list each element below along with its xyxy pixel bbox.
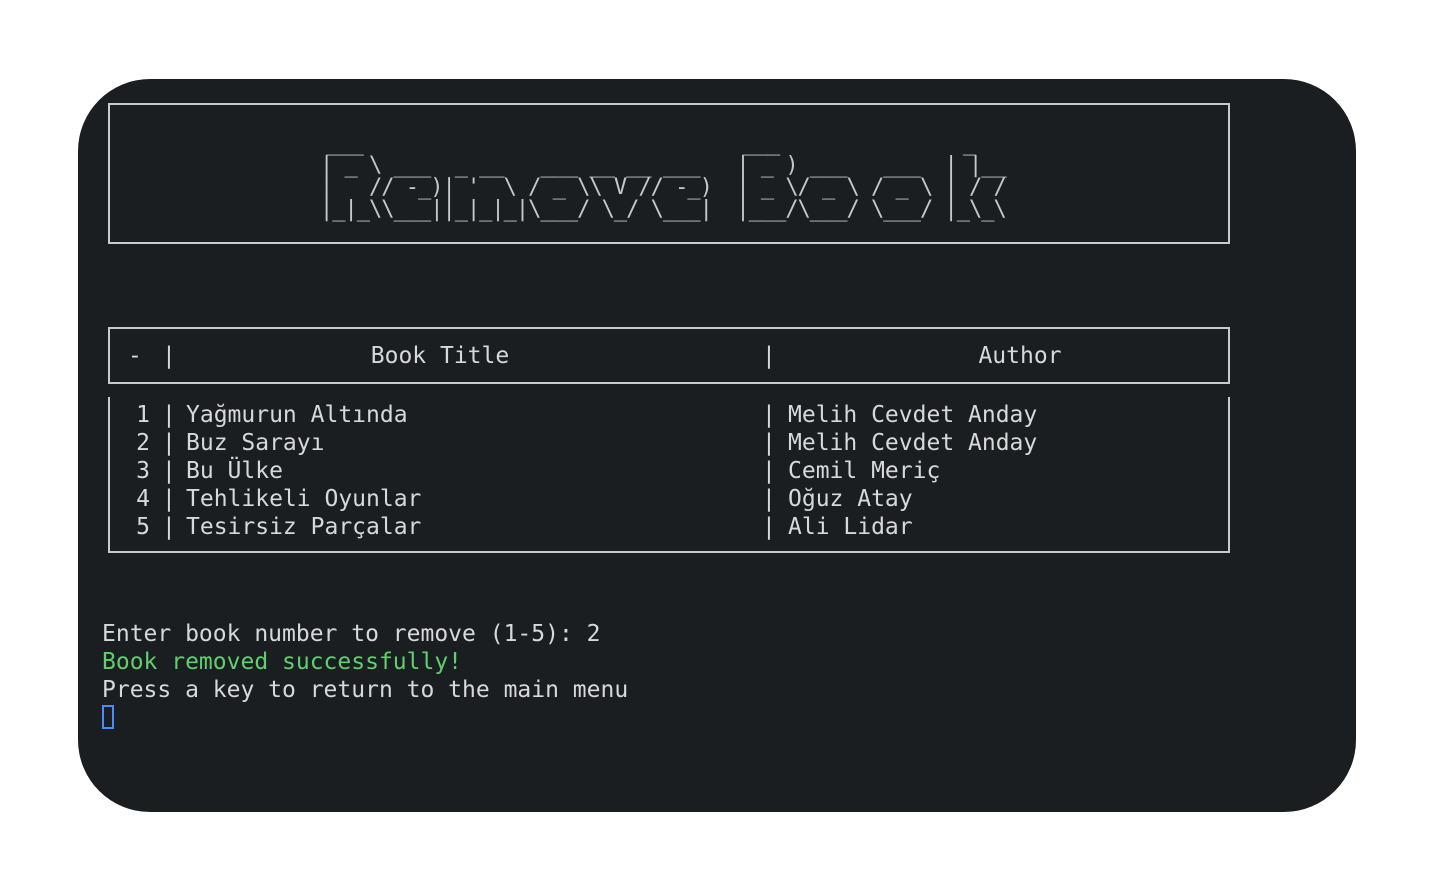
header-author: Author	[978, 343, 1062, 369]
row-author: Melih Cevdet Anday	[788, 430, 1038, 456]
row-number: 5	[136, 514, 150, 540]
banner-ascii-title: ___ ___ _ | _ \ ___ _ __ ___ __ __ ___ |…	[320, 131, 1007, 222]
table-row: 2 | Buz Sarayı | Melih Cevdet Anday	[110, 429, 1228, 457]
continue-hint: Press a key to return to the main menu	[102, 677, 629, 703]
table-body: 1 | Yağmurun Altında | Melih Cevdet Anday 2 | B…	[108, 397, 1230, 553]
row-book-title: Buz Sarayı	[186, 430, 325, 456]
row-number: 4	[136, 486, 150, 512]
header-separator: |	[162, 343, 176, 369]
row-book-title: Yağmurun Altında	[186, 402, 408, 428]
row-number: 3	[136, 458, 150, 484]
row-separator: |	[762, 486, 776, 512]
row-author: Cemil Meriç	[788, 458, 941, 484]
row-separator: |	[762, 430, 776, 456]
row-separator: |	[762, 402, 776, 428]
banner-box: ___ ___ _ | _ \ ___ _ __ ___ __ __ ___ |…	[108, 103, 1230, 244]
row-author: Melih Cevdet Anday	[788, 402, 1038, 428]
row-author: Ali Lidar	[788, 514, 913, 540]
row-separator: |	[162, 430, 176, 456]
table-header: - | Book Title | Author	[108, 327, 1230, 384]
row-separator: |	[162, 514, 176, 540]
terminal-window: ___ ___ _ | _ \ ___ _ __ ___ __ __ ___ |…	[78, 79, 1356, 812]
row-separator: |	[762, 458, 776, 484]
table-row: 3 | Bu Ülke | Cemil Meriç	[110, 457, 1228, 485]
header-separator: |	[762, 343, 776, 369]
table-row: 4 | Tehlikeli Oyunlar | Oğuz Atay	[110, 485, 1228, 513]
row-separator: |	[162, 402, 176, 428]
row-separator: |	[762, 514, 776, 540]
remove-prompt: Enter book number to remove (1-5): 2	[102, 621, 601, 647]
table-row: 5 | Tesirsiz Parçalar | Ali Lidar	[110, 513, 1228, 541]
row-book-title: Tesirsiz Parçalar	[186, 514, 422, 540]
header-number: -	[128, 343, 142, 369]
row-book-title: Tehlikeli Oyunlar	[186, 486, 422, 512]
row-number: 1	[136, 402, 150, 428]
row-book-title: Bu Ülke	[186, 458, 283, 484]
row-separator: |	[162, 458, 176, 484]
header-book-title: Book Title	[370, 343, 510, 369]
text-cursor[interactable]	[102, 705, 114, 729]
row-number: 2	[136, 430, 150, 456]
row-separator: |	[162, 486, 176, 512]
row-author: Oğuz Atay	[788, 486, 913, 512]
table-row: 1 | Yağmurun Altında | Melih Cevdet Anday	[110, 401, 1228, 429]
success-message: Book removed successfully!	[102, 649, 463, 675]
